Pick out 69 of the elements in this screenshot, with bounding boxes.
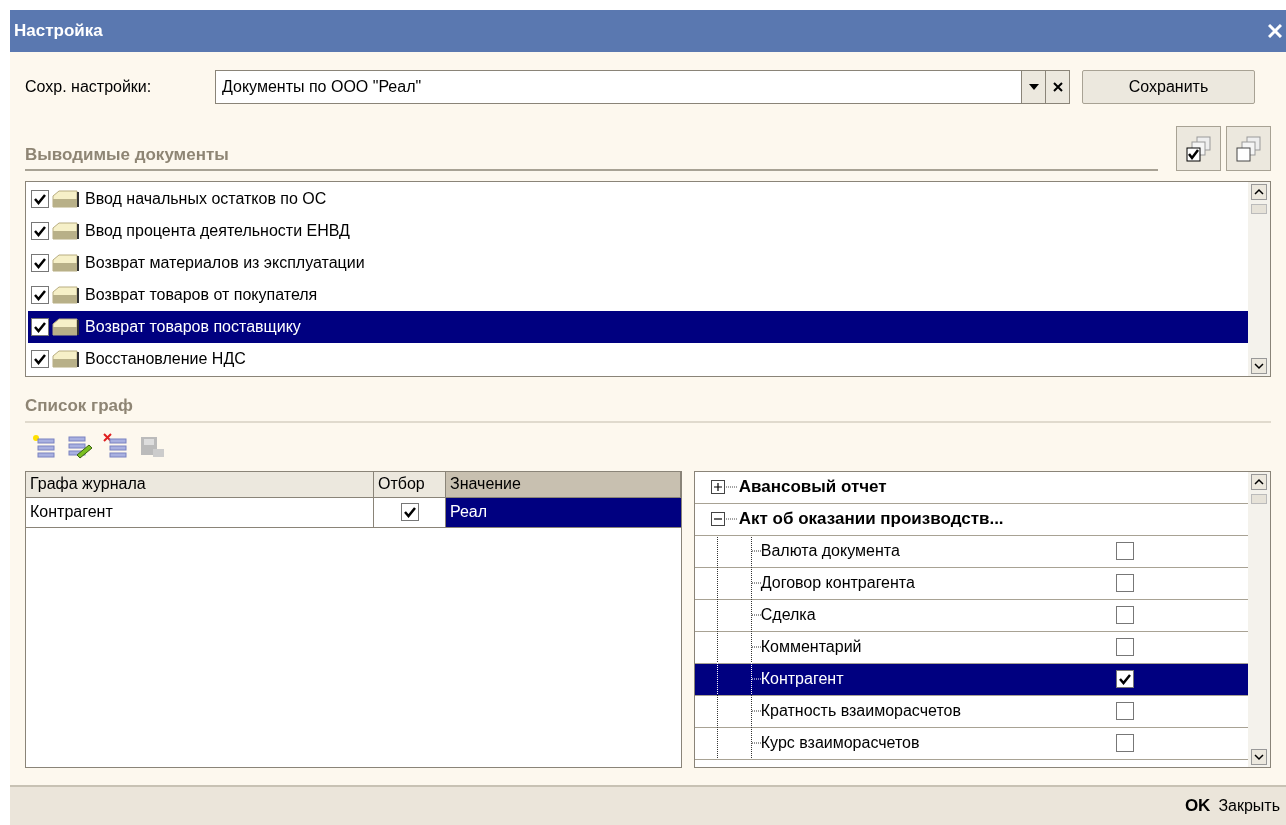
- checkbox[interactable]: [1115, 606, 1134, 624]
- scroll-down-icon[interactable]: [1251, 358, 1267, 374]
- folder-icon: [51, 221, 81, 241]
- section-header: Выводимые документы: [25, 144, 229, 164]
- tree-row[interactable]: Договор контрагента: [694, 567, 1248, 600]
- folder-icon: [51, 317, 81, 337]
- document-row[interactable]: Ввод процента деятельности ЕНВД: [28, 215, 1248, 247]
- check-all-button[interactable]: [1176, 126, 1221, 171]
- saved-settings-combo[interactable]: Документы по ООО "Реал": [215, 70, 1070, 104]
- clear-button[interactable]: [1045, 71, 1069, 103]
- scroll-up-icon[interactable]: [1251, 473, 1267, 490]
- scroll-thumb[interactable]: [1251, 204, 1267, 214]
- checkbox[interactable]: [1115, 542, 1134, 560]
- checkbox[interactable]: [1115, 670, 1134, 688]
- uncheck-all-button[interactable]: [1226, 126, 1271, 171]
- uncheck-all-icon: [1234, 134, 1263, 163]
- tree-row[interactable]: Комментарий: [694, 631, 1248, 664]
- scrollbar[interactable]: [1248, 471, 1270, 767]
- folder-icon: [51, 349, 81, 369]
- checkbox[interactable]: [1115, 638, 1134, 656]
- tree-node[interactable]: Акт об оказании производств...: [738, 506, 1004, 532]
- folder-icon: [51, 189, 81, 209]
- field-label: Сохр. настройки:: [25, 77, 153, 97]
- close-button[interactable]: Закрыть: [1218, 794, 1280, 818]
- document-row[interactable]: Восстановление НДС: [28, 343, 1248, 375]
- checkbox[interactable]: [400, 503, 419, 521]
- column-header[interactable]: Графа журнала: [26, 471, 374, 497]
- caret-icon: [1028, 84, 1039, 90]
- column-header[interactable]: Значение: [446, 471, 681, 497]
- table-cell[interactable]: Реал: [446, 497, 681, 527]
- checkbox[interactable]: [1115, 574, 1134, 592]
- checkbox[interactable]: [31, 222, 49, 240]
- document-row[interactable]: Возврат товаров от покупателя: [28, 279, 1248, 311]
- checkbox[interactable]: [1115, 702, 1134, 720]
- document-row[interactable]: Ввод начальных остатков по ОС: [28, 183, 1248, 215]
- scroll-down-icon[interactable]: [1251, 748, 1267, 765]
- tree-row[interactable]: Кратность взаиморасчетов: [694, 695, 1248, 728]
- tree-node[interactable]: Авансовый отчет: [738, 474, 887, 500]
- save-button[interactable]: Сохранить: [1082, 70, 1255, 104]
- close-icon[interactable]: [1268, 24, 1282, 38]
- clear-icon: [1052, 82, 1063, 92]
- checkbox[interactable]: [31, 286, 49, 304]
- add-row-icon[interactable]: [31, 432, 57, 459]
- table-cell: Контрагент: [26, 497, 374, 527]
- tree-row[interactable]: Сделка: [694, 599, 1248, 632]
- document-row[interactable]: Возврат материалов из эксплуатации: [28, 247, 1248, 279]
- collapse-icon[interactable]: [710, 512, 737, 526]
- scrollbar[interactable]: [1248, 182, 1270, 376]
- checkbox[interactable]: [31, 318, 49, 336]
- folder-icon: [51, 285, 81, 305]
- scroll-up-icon[interactable]: [1251, 184, 1267, 200]
- checkbox[interactable]: [31, 350, 49, 368]
- delete-row-icon[interactable]: [103, 432, 129, 459]
- window-title: Настройка: [14, 20, 103, 43]
- tree-row[interactable]: Курс взаиморасчетов: [694, 727, 1248, 760]
- checkbox[interactable]: [31, 254, 49, 272]
- checkbox[interactable]: [1115, 734, 1134, 752]
- check-all-icon: [1184, 134, 1213, 163]
- folder-icon: [51, 253, 81, 273]
- scroll-thumb[interactable]: [1251, 493, 1267, 504]
- checkbox[interactable]: [31, 190, 49, 208]
- column-header[interactable]: Отбор: [374, 471, 446, 497]
- dropdown-button[interactable]: [1021, 71, 1045, 103]
- document-row[interactable]: Возврат товаров поставщику: [28, 311, 1248, 343]
- tree-row[interactable]: Валюта документа: [694, 535, 1248, 568]
- section-header: Список граф: [25, 396, 133, 415]
- ok-button[interactable]: OK: [1184, 793, 1211, 819]
- expand-icon[interactable]: [710, 480, 737, 494]
- tree-row[interactable]: Контрагент: [694, 663, 1248, 696]
